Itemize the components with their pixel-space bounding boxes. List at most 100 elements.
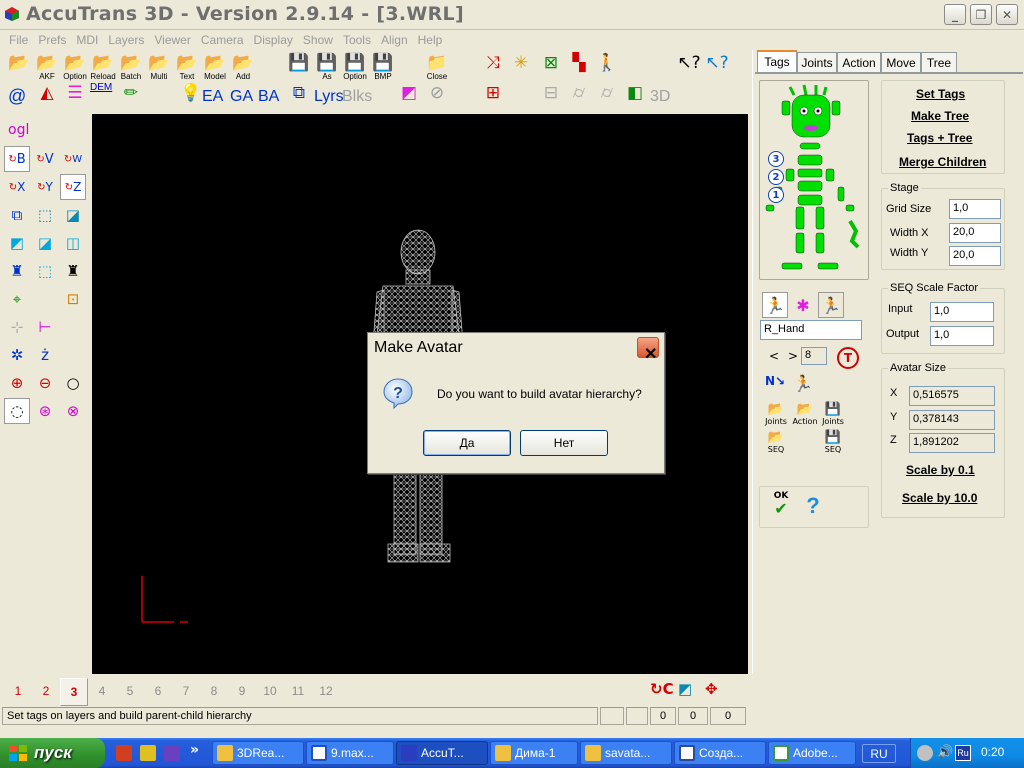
cube-layers-button[interactable]: ⧉: [284, 84, 314, 114]
view-figure-2-button[interactable]: ♜: [60, 258, 86, 284]
make-tree-link[interactable]: Make Tree: [911, 109, 969, 123]
ga-button[interactable]: GA: [230, 88, 253, 106]
tags-tree-link[interactable]: Tags + Tree: [907, 131, 972, 145]
figure-mode-2-button[interactable]: ✱: [790, 292, 816, 318]
center-rotate-button[interactable]: ↻C: [650, 680, 674, 698]
paint-brush-button[interactable]: ✏: [116, 84, 146, 114]
task-accutrans[interactable]: AccuT...: [396, 741, 488, 765]
menu-viewer[interactable]: Viewer: [149, 33, 195, 47]
speaker-icon[interactable]: 🔊: [937, 745, 953, 761]
layer-9-button[interactable]: 9: [232, 684, 252, 698]
color-mix-button[interactable]: ◩: [394, 84, 424, 114]
ba-button[interactable]: BA: [258, 88, 279, 106]
layer-3-button[interactable]: 3: [60, 678, 88, 706]
set-tags-link[interactable]: Set Tags: [916, 87, 965, 101]
save-button[interactable]: 💾: [284, 54, 314, 84]
view-cube-5-button[interactable]: ◪: [32, 230, 58, 256]
tab-move[interactable]: Move: [881, 52, 921, 72]
layer-10-button[interactable]: 10: [260, 684, 280, 698]
rotate-z-button[interactable]: ↻ Z: [60, 174, 86, 200]
yes-button[interactable]: Да: [423, 430, 511, 456]
select-tool-button[interactable]: ⌖: [4, 286, 30, 312]
center-move-button[interactable]: ✥: [705, 680, 718, 698]
box-select-button[interactable]: ⊡: [60, 286, 86, 312]
open-akf-button[interactable]: 📂 AKF: [32, 54, 62, 84]
task-avatar[interactable]: savata...: [580, 741, 672, 765]
tab-action[interactable]: Action: [837, 52, 881, 72]
open-action-button[interactable]: 📂 Action: [791, 402, 819, 426]
level-1-marker[interactable]: 1: [768, 187, 784, 203]
scale-by-0-1-link[interactable]: Scale by 0.1: [906, 463, 975, 477]
center-cube-button[interactable]: ◩: [678, 680, 692, 698]
rotate-y-button[interactable]: ↻ Y: [32, 174, 58, 200]
rotate-x-button[interactable]: ↻ X: [4, 174, 30, 200]
menu-display[interactable]: Display: [249, 33, 298, 47]
view-cube-6-button[interactable]: ◫: [60, 230, 86, 256]
rainbow-button[interactable]: ☰: [60, 84, 90, 114]
help-question-button[interactable]: ?: [800, 493, 826, 521]
open-model-button[interactable]: 📂 Model: [200, 54, 230, 84]
disable-button[interactable]: ⊘: [422, 84, 452, 114]
menu-help[interactable]: Help: [413, 33, 448, 47]
network-icon[interactable]: [917, 745, 933, 761]
start-button[interactable]: пуск: [0, 738, 105, 768]
layer-6-button[interactable]: 6: [148, 684, 168, 698]
lyrs-button[interactable]: Lyrs: [314, 88, 344, 106]
flip-button[interactable]: ◭: [32, 84, 62, 114]
nodes-button[interactable]: ⊟: [536, 84, 566, 114]
merge-children-link[interactable]: Merge Children: [899, 155, 986, 169]
width-y-field[interactable]: 20,0: [949, 246, 1001, 266]
rotate-v-button[interactable]: ↻ V: [32, 146, 58, 172]
next-tag-button[interactable]: >: [788, 349, 798, 363]
zoom-out-button[interactable]: ⊖: [32, 370, 58, 396]
save-joints-button[interactable]: 💾 Joints: [819, 402, 847, 426]
layer-5-button[interactable]: 5: [120, 684, 140, 698]
open-text-button[interactable]: 📂 Text: [172, 54, 202, 84]
view-cube-4-button[interactable]: ◩: [4, 230, 30, 256]
scale-by-10-link[interactable]: Scale by 10.0: [902, 491, 977, 505]
zoom-all-button[interactable]: ⊗: [60, 398, 86, 424]
quicklaunch-app-3-icon[interactable]: [164, 745, 180, 761]
layer-12-button[interactable]: 12: [316, 684, 336, 698]
view-cube-1-button[interactable]: ⧉: [4, 202, 30, 228]
tag-name-field[interactable]: R_Hand: [760, 320, 862, 340]
open-joints-button[interactable]: 📂 Joints: [763, 402, 789, 426]
quicklaunch-more-button[interactable]: »: [190, 742, 199, 758]
menu-layers[interactable]: Layers: [103, 33, 149, 47]
quicklaunch-app-2-icon[interactable]: [140, 745, 156, 761]
layer-11-button[interactable]: 11: [288, 684, 308, 698]
rotate-b-button[interactable]: ↻ B: [4, 146, 30, 172]
menu-align[interactable]: Align: [376, 33, 413, 47]
menu-file[interactable]: File: [4, 33, 33, 47]
menu-prefs[interactable]: Prefs: [33, 33, 71, 47]
maximize-button[interactable]: ❐: [970, 4, 992, 25]
box-3d-button[interactable]: ◧: [620, 84, 650, 114]
dialog-close-button[interactable]: ✕: [637, 337, 659, 363]
view-cube-2-button[interactable]: ⬚: [32, 202, 58, 228]
tag-target-button[interactable]: T: [837, 347, 859, 369]
ea-button[interactable]: EA: [202, 88, 223, 106]
layer-1-button[interactable]: 1: [8, 684, 28, 698]
move-axis-button[interactable]: ⊢: [32, 314, 58, 340]
center-x-button[interactable]: ✲: [4, 342, 30, 368]
save-option-button[interactable]: 💾 Option: [340, 54, 370, 84]
tab-joints[interactable]: Joints: [797, 52, 837, 72]
batch-button[interactable]: 📂 Batch: [116, 54, 146, 84]
transform-axes-button[interactable]: ⤨: [478, 54, 508, 84]
avatar-x-field[interactable]: 0,516575: [909, 386, 995, 406]
layer-8-button[interactable]: 8: [204, 684, 224, 698]
dem-button[interactable]: DEM: [90, 82, 112, 93]
task-3drea[interactable]: 3DRea...: [212, 741, 304, 765]
avatar-z-field[interactable]: 1,891202: [909, 433, 995, 453]
grid-button[interactable]: ⊞: [478, 84, 508, 114]
ok-button[interactable]: OK ✔: [768, 491, 794, 521]
explode-button[interactable]: ✳: [506, 54, 536, 84]
zoom-window-button[interactable]: ◌: [4, 398, 30, 424]
multi-button[interactable]: 📂 Multi: [144, 54, 174, 84]
bounding-box-button[interactable]: ⊠: [536, 54, 566, 84]
figure-mode-1-button[interactable]: 🏃: [762, 292, 788, 318]
level-3-marker[interactable]: 3: [768, 151, 784, 167]
tag-index-field[interactable]: 8: [801, 347, 827, 365]
context-help-button[interactable]: ↖?: [674, 54, 704, 84]
task-word[interactable]: Созда...: [674, 741, 766, 765]
